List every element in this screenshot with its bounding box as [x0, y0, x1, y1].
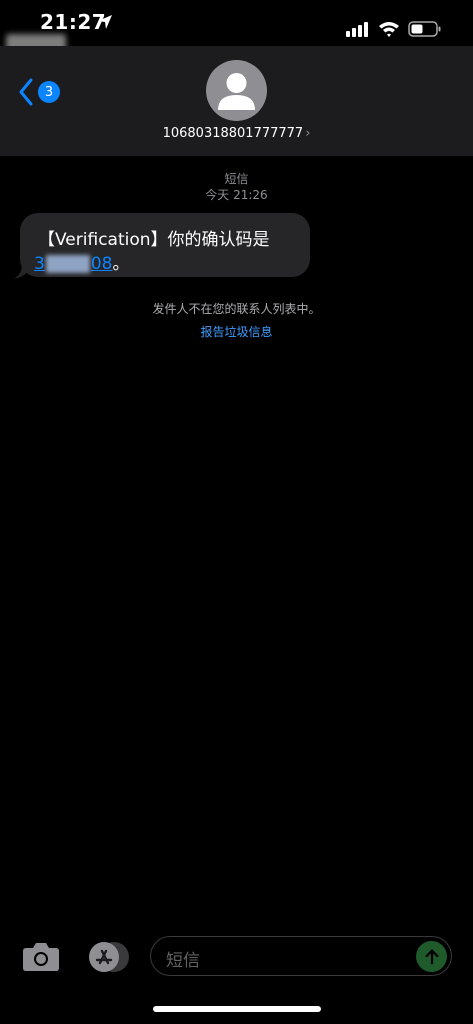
arrow-up-icon [424, 949, 439, 964]
wifi-icon [379, 22, 399, 37]
conversation-header: 3 10680318801777777 › [0, 46, 473, 156]
code-end: 08 [90, 254, 113, 274]
cellular-signal-icon [346, 22, 368, 37]
unknown-sender-notice: 发件人不在您的联系人列表中。 [152, 302, 321, 316]
unread-count-badge: 3 [38, 81, 60, 103]
location-arrow-icon [98, 15, 112, 29]
back-button[interactable]: 3 [18, 76, 68, 108]
report-junk-link[interactable]: 报告垃圾信息 [0, 323, 473, 340]
battery-icon [408, 21, 441, 37]
redacted-overlay [45, 255, 90, 273]
contact-number: 10680318801777777 [162, 126, 304, 141]
contact-name[interactable]: 10680318801777777 › [0, 126, 473, 141]
home-indicator[interactable] [153, 1006, 321, 1012]
person-icon [218, 73, 255, 110]
status-bar: 21:27 [0, 0, 473, 46]
message-text: 【Verification】你的确认码是 [38, 230, 270, 250]
message-code-line: 3 08。 [34, 249, 129, 274]
chevron-left-icon [19, 78, 33, 106]
message-input[interactable]: 短信 [150, 936, 452, 976]
message-input-placeholder: 短信 [166, 951, 200, 971]
verification-code-link[interactable]: 3 08 [34, 254, 112, 274]
app-store-icon[interactable] [84, 941, 130, 973]
incoming-message-bubble[interactable]: 【Verification】你的确认码是 3 08。 [20, 213, 310, 277]
camera-button[interactable] [22, 940, 60, 972]
chevron-right-icon: › [305, 126, 311, 141]
code-start: 3 [34, 254, 45, 274]
contact-avatar[interactable] [206, 60, 267, 121]
service-label: 短信 [224, 172, 249, 186]
message-timestamp: 今天 21:26 [205, 188, 268, 202]
message-suffix: 。 [112, 254, 130, 274]
send-button[interactable] [416, 941, 447, 972]
